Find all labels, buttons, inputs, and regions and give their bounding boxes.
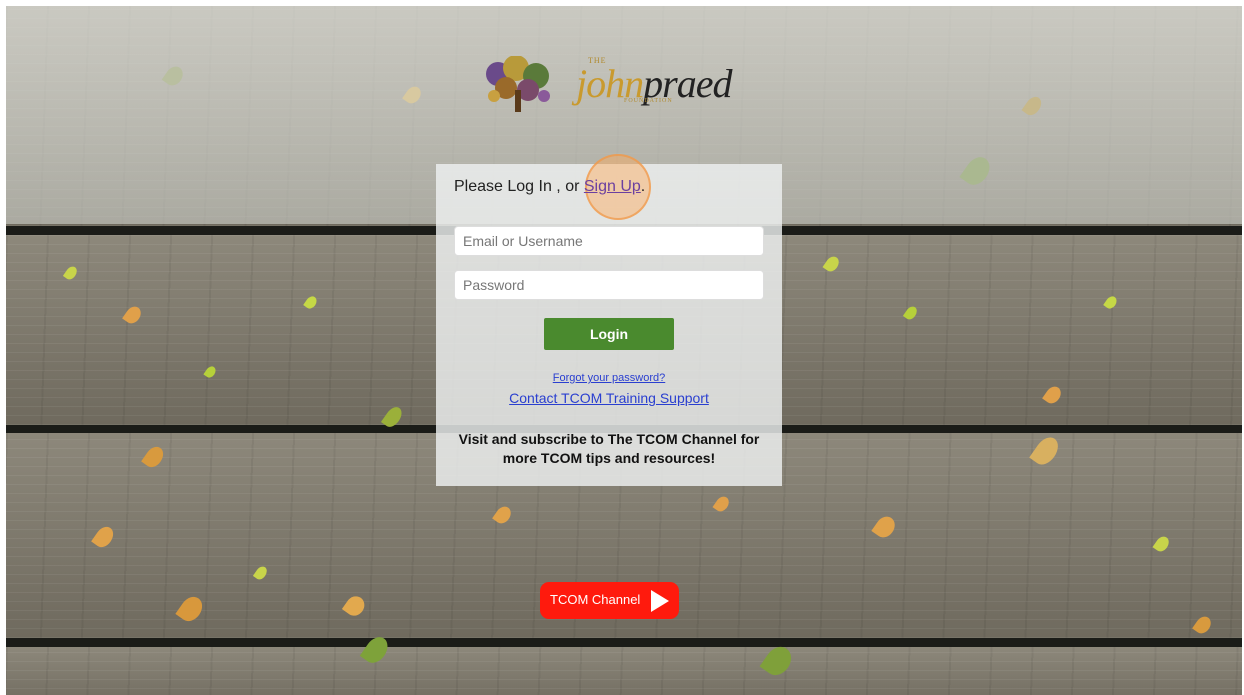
tree-logo-icon <box>486 56 550 112</box>
john-praed-foundation-logo: THE johnpraed FOUNDATION <box>484 52 744 118</box>
tcom-channel-button[interactable]: TCOM Channel <box>540 582 679 619</box>
tcom-channel-promo-text: Visit and subscribe to The TCOM Channel … <box>458 431 760 466</box>
login-prompt: Please Log In , or Sign Up. <box>454 178 645 196</box>
plank-gap <box>6 638 1242 647</box>
play-icon <box>651 590 669 612</box>
login-button[interactable]: Login <box>544 318 674 350</box>
email-username-input[interactable] <box>454 226 764 256</box>
tcom-channel-label: TCOM Channel <box>550 592 641 607</box>
contact-support-link[interactable]: Contact TCOM Training Support <box>436 390 782 406</box>
sign-up-link[interactable]: Sign Up <box>584 178 641 195</box>
forgot-password-link[interactable]: Forgot your password? <box>436 372 782 384</box>
plank <box>6 647 1242 695</box>
logo-subtitle: FOUNDATION <box>624 98 673 104</box>
login-prompt-suffix: . <box>640 178 646 195</box>
login-panel: Please Log In , or Sign Up. Login Forgot… <box>436 154 782 486</box>
password-input[interactable] <box>454 270 764 300</box>
login-prompt-prefix: Please Log In , or <box>454 178 584 195</box>
